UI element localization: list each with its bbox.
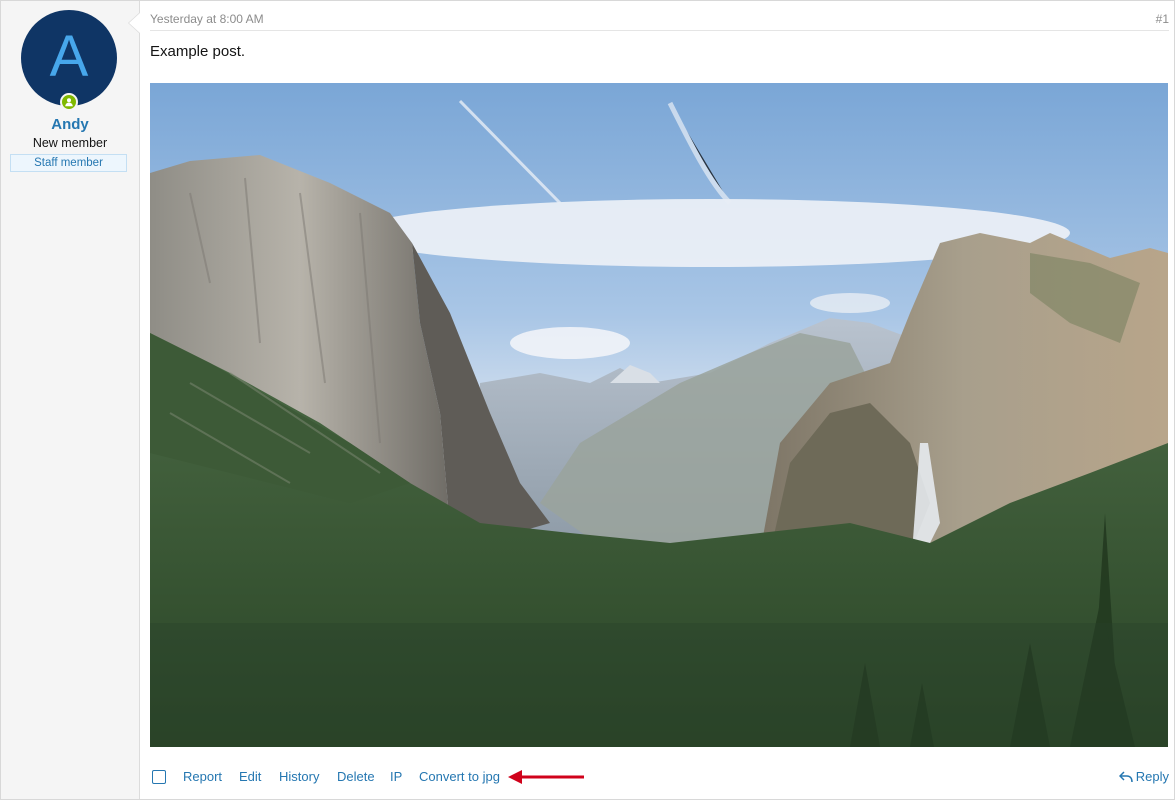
staff-banner: Staff member: [10, 154, 127, 172]
message-user-column: A Andy New member Staff member: [1, 1, 140, 799]
avatar-letter: A: [49, 24, 89, 89]
post-body-text: Example post.: [150, 43, 246, 60]
reply-button[interactable]: Reply: [1118, 769, 1169, 784]
user-title: New member: [32, 136, 108, 150]
post-number-link[interactable]: #1: [1156, 12, 1169, 26]
landscape-photo-icon: [150, 83, 1168, 747]
convert-to-jpg-link[interactable]: Convert to jpg: [419, 769, 500, 784]
post-attached-image[interactable]: [150, 83, 1168, 747]
message-container: A Andy New member Staff member Yesterday…: [0, 0, 1175, 800]
online-status-icon: [60, 93, 78, 111]
message-pointer: [129, 13, 140, 33]
annotation-arrow-icon: [506, 767, 586, 790]
edit-link[interactable]: Edit: [239, 769, 261, 784]
reply-label: Reply: [1135, 769, 1169, 784]
post-header: Yesterday at 8:00 AM #1: [150, 1, 1169, 31]
report-link[interactable]: Report: [183, 769, 222, 784]
avatar[interactable]: A: [21, 10, 117, 106]
history-link[interactable]: History: [279, 769, 319, 784]
post-action-bar: Report Edit History Delete IP Convert to…: [150, 767, 1169, 787]
ip-link[interactable]: IP: [390, 769, 402, 784]
post-date-link[interactable]: Yesterday at 8:00 AM: [150, 12, 264, 26]
reply-icon: [1118, 770, 1133, 782]
delete-link[interactable]: Delete: [337, 769, 375, 784]
username-link[interactable]: Andy: [1, 116, 139, 133]
select-post-checkbox[interactable]: [152, 770, 166, 784]
